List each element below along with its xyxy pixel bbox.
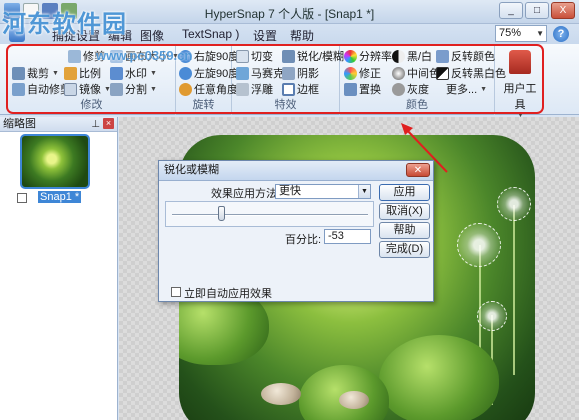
help-icon[interactable]: ? — [553, 26, 569, 42]
pane-close-icon[interactable]: × — [103, 118, 114, 129]
site-watermark: 河东软件园 — [2, 9, 127, 38]
tab-textsnap[interactable]: TextSnap ) — [182, 27, 239, 41]
thumbnail-image[interactable] — [20, 134, 90, 189]
strength-slider-box — [165, 201, 374, 227]
help-button[interactable]: 帮助 — [379, 222, 430, 239]
pin-icon[interactable]: ⊥ — [91, 118, 100, 132]
dialog-close-button[interactable]: ✕ — [406, 163, 430, 177]
ribbon-annotation-box — [6, 44, 544, 114]
zoom-value: 75% — [499, 27, 522, 39]
cancel-button[interactable]: 取消(X) — [379, 203, 430, 220]
close-button[interactable]: X — [551, 2, 575, 19]
slider-track[interactable] — [172, 214, 368, 216]
thumbnail-label[interactable]: Snap1 * — [38, 191, 82, 203]
thumbnail-pane-header: 缩略图 ⊥ × — [0, 117, 117, 132]
auto-apply-checkbox[interactable] — [171, 287, 181, 297]
window-controls: _ □ X — [499, 2, 575, 19]
dandelion-shape — [477, 301, 507, 331]
thumbnail-pane: 缩略图 ⊥ × Snap1 * — [0, 117, 118, 420]
apply-button[interactable]: 应用 — [379, 184, 430, 201]
method-select[interactable]: 更快 ▼ — [275, 184, 371, 199]
done-button[interactable]: 完成(D) — [379, 241, 430, 258]
dialog-title-bar: 锐化或模糊 ✕ — [159, 161, 433, 181]
dandelion-shape — [457, 223, 501, 267]
dandelion-shape — [497, 187, 531, 221]
tab-settings[interactable]: 设置 — [253, 27, 277, 44]
chevron-down-icon: ▼ — [358, 185, 370, 198]
dialog-title: 锐化或模糊 — [164, 164, 219, 176]
thumbnail-checkbox[interactable] — [17, 193, 27, 203]
slider-handle[interactable] — [218, 206, 225, 221]
tab-help[interactable]: 帮助 — [290, 27, 314, 44]
auto-apply-label: 立即自动应用效果 — [184, 288, 272, 300]
site-watermark-url: www.pc0359.cn — [96, 48, 193, 63]
method-value: 更快 — [279, 185, 301, 197]
maximize-button[interactable]: □ — [525, 2, 549, 19]
method-label: 效果应用方法: — [211, 188, 281, 200]
percent-label: 百分比: — [285, 234, 322, 246]
percent-input[interactable]: -53 — [324, 229, 371, 244]
tab-image[interactable]: 图像 — [140, 27, 164, 44]
zoom-select[interactable]: 75% ▼ — [495, 25, 547, 42]
thumbnail-pane-title: 缩略图 — [3, 118, 36, 130]
minimize-button[interactable]: _ — [499, 2, 523, 19]
sharpen-blur-dialog: 锐化或模糊 ✕ 效果应用方法: 更快 ▼ 百分比: -53 应用 取消(X) 帮… — [158, 160, 434, 302]
chevron-down-icon: ▼ — [536, 29, 544, 38]
